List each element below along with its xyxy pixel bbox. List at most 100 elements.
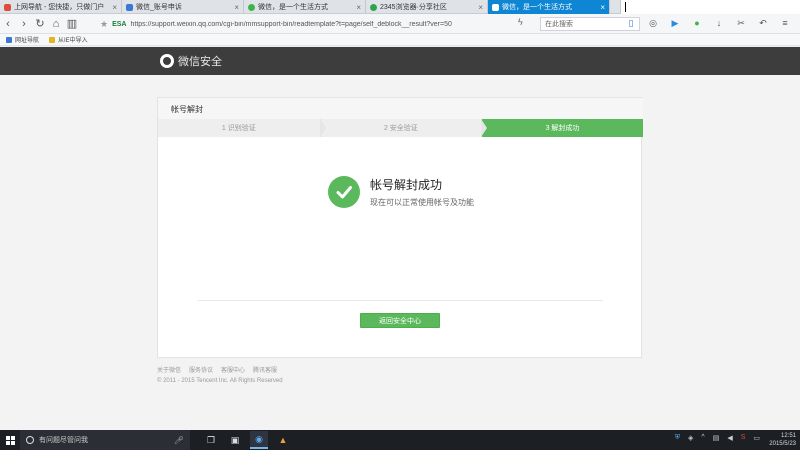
clock-date: 2015/5/23 xyxy=(769,441,796,447)
forward-icon[interactable]: › xyxy=(16,16,32,32)
tray-chevron-icon[interactable]: ^ xyxy=(701,434,704,442)
result-message: 帐号解封成功 现在可以正常使用帐号及功能 xyxy=(328,176,474,208)
system-tray: ⛨ ◈ ^ ▤ ◀ S ▭ xyxy=(675,434,760,442)
footer-link[interactable]: 服务协议 xyxy=(189,365,213,374)
bookmark-label: 从IE中导入 xyxy=(58,38,88,44)
tab-label: 上网导航 - 您快捷，只做门户 xyxy=(14,4,105,11)
tab-label: 微信，是一个生活方式 xyxy=(502,4,572,11)
security-badge: ESA xyxy=(112,20,127,28)
game-icon[interactable]: ◎ xyxy=(646,16,660,30)
menu-icon[interactable]: ≡ xyxy=(778,16,792,30)
page-footer: 关于微信 服务协议 客服中心 腾讯客服 © 2011 - 2015 Tencen… xyxy=(157,365,283,384)
favorite-star-icon[interactable]: ★ xyxy=(100,19,108,30)
phone-icon[interactable]: ▯ xyxy=(624,16,638,30)
video-icon[interactable]: ▶ xyxy=(668,16,682,30)
search-placeholder: 在此搜索 xyxy=(545,21,573,28)
browser-tab-4[interactable]: 2345浏览器·分享社区 × xyxy=(366,0,488,14)
app-icon[interactable]: ▲ xyxy=(274,431,292,449)
browser-address-bar: ‹ › ↻ ⌂ ▥ ★ ESA https://support.weixin.q… xyxy=(0,14,800,34)
card-title: 帐号解封 xyxy=(158,98,643,119)
tab-label: 微信_账号申诉 xyxy=(136,4,182,11)
wechat-security-logo-icon xyxy=(160,54,174,68)
notification-icon[interactable]: ▭ xyxy=(753,434,760,442)
url-text[interactable]: https://support.weixin.qq.com/cgi-bin/mm… xyxy=(130,21,451,28)
browser-toolbar: ▯ ◎ ▶ ● ↓ ✂ ↶ ≡ xyxy=(624,16,792,30)
copyright: © 2011 - 2015 Tencent Inc. All Rights Re… xyxy=(157,378,283,384)
browser-tab-1[interactable]: 上网导航 - 您快捷，只做门户 × xyxy=(0,0,122,14)
browser-tab-5-active[interactable]: 微信，是一个生活方式 × xyxy=(488,0,610,14)
site-header: 微信安全 xyxy=(0,47,800,75)
cortana-search-box[interactable]: 有问题尽管问我 🎤︎ xyxy=(20,430,190,450)
browser-tab-3[interactable]: 微信，是一个生活方式 × xyxy=(244,0,366,14)
tabbar-search-input[interactable] xyxy=(620,0,800,14)
back-icon[interactable]: ‹ xyxy=(0,16,16,32)
microphone-icon[interactable]: 🎤︎ xyxy=(174,436,184,445)
bookmark-nav[interactable]: 网址导航 xyxy=(6,35,39,44)
store-icon[interactable]: ▣ xyxy=(226,431,244,449)
bookmark-import[interactable]: 从IE中导入 xyxy=(49,35,88,44)
tab-close-icon[interactable]: × xyxy=(600,3,605,12)
tab-favicon-icon xyxy=(370,3,377,11)
footer-links: 关于微信 服务协议 客服中心 腾讯客服 xyxy=(157,365,283,374)
url-field[interactable]: ★ ESA https://support.weixin.qq.com/cgi-… xyxy=(100,17,520,31)
browser-tab-strip: 上网导航 - 您快捷，只做门户 × 微信_账号申诉 × 微信，是一个生活方式 ×… xyxy=(0,0,800,14)
brand[interactable]: 微信安全 xyxy=(160,53,222,69)
tab-close-icon[interactable]: × xyxy=(234,3,239,12)
home-icon[interactable]: ⌂ xyxy=(48,16,64,32)
text-caret xyxy=(625,2,626,12)
result-text: 帐号解封成功 现在可以正常使用帐号及功能 xyxy=(370,176,474,208)
bookmark-icon xyxy=(6,36,12,43)
result-title: 帐号解封成功 xyxy=(370,178,443,192)
step-2: 2 安全验证 xyxy=(319,119,488,137)
start-button[interactable] xyxy=(0,430,20,450)
step-3-current: 3 解封成功 xyxy=(481,119,643,137)
tab-favicon-icon xyxy=(4,3,11,11)
tab-close-icon[interactable]: × xyxy=(112,3,117,12)
cortana-placeholder: 有问题尽管问我 xyxy=(39,437,88,444)
tab-label: 微信，是一个生活方式 xyxy=(258,4,328,11)
step-label: 3 解封成功 xyxy=(545,125,580,132)
task-view-icon[interactable]: ❐ xyxy=(202,431,220,449)
clock-time: 12:51 xyxy=(780,433,796,439)
step-label: 1 识别验证 xyxy=(221,125,256,132)
step-1: 1 识别验证 xyxy=(158,119,326,137)
tab-close-icon[interactable]: × xyxy=(478,3,483,12)
windows-taskbar: 有问题尽管问我 🎤︎ ❐ ▣ ◉ ▲ ⛨ ◈ ^ ▤ ◀ S ▭ 12:51 2… xyxy=(0,430,800,450)
network-icon[interactable]: ▤ xyxy=(713,434,720,442)
cortana-icon xyxy=(26,436,34,444)
taskbar-clock[interactable]: 12:51 2015/5/23 xyxy=(769,432,796,448)
brand-name: 微信安全 xyxy=(178,56,222,68)
folder-icon xyxy=(49,36,56,43)
success-check-icon xyxy=(328,176,360,208)
step-arrow xyxy=(481,119,488,137)
browser-tab-2[interactable]: 微信_账号申诉 × xyxy=(122,0,244,14)
download-icon[interactable]: ↓ xyxy=(712,16,726,30)
tab-favicon-icon xyxy=(492,3,499,11)
footer-link[interactable]: 客服中心 xyxy=(221,365,245,374)
back-to-security-center-button[interactable]: 返回安全中心 xyxy=(360,313,440,328)
step-indicator: 1 识别验证 2 安全验证 3 解封成功 xyxy=(158,119,643,137)
windows-logo-icon xyxy=(5,435,15,445)
chat-icon[interactable]: ● xyxy=(690,16,704,30)
bookmark-label: 网址导航 xyxy=(15,38,40,44)
footer-link[interactable]: 腾讯客服 xyxy=(253,365,277,374)
tray-app-icon[interactable]: ◈ xyxy=(688,434,693,442)
taskbar-apps: ❐ ▣ ◉ ▲ xyxy=(202,431,292,449)
ime-icon[interactable]: S xyxy=(741,434,746,442)
reload-icon[interactable]: ↻ xyxy=(32,16,48,32)
step-arrow xyxy=(319,119,326,137)
step-label: 2 安全验证 xyxy=(383,125,418,132)
browser-app-icon[interactable]: ◉ xyxy=(250,431,268,449)
shield-icon[interactable]: ⛨ xyxy=(675,434,680,442)
tab-favicon-icon xyxy=(126,3,133,11)
tools-icon[interactable]: ✂ xyxy=(734,16,748,30)
result-description: 现在可以正常使用帐号及功能 xyxy=(370,198,474,207)
undo-icon[interactable]: ↶ xyxy=(756,16,770,30)
tab-label: 2345浏览器·分享社区 xyxy=(380,4,447,11)
tab-close-icon[interactable]: × xyxy=(356,3,361,12)
footer-link[interactable]: 关于微信 xyxy=(157,365,181,374)
divider xyxy=(198,300,603,301)
speed-mode-icon[interactable]: ϟ xyxy=(518,17,523,27)
reading-icon[interactable]: ▥ xyxy=(64,16,80,32)
volume-icon[interactable]: ◀ xyxy=(727,434,732,442)
